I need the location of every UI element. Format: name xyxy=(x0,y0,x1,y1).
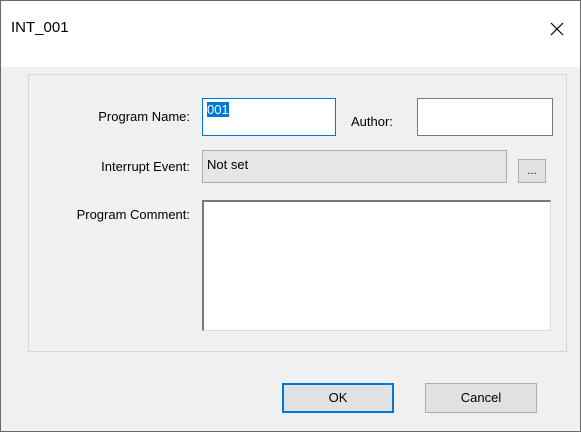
program-name-value: 001 xyxy=(207,102,229,117)
program-name-input[interactable]: 001 xyxy=(202,98,336,136)
window-title: INT_001 xyxy=(11,19,69,36)
cancel-button[interactable]: Cancel xyxy=(425,383,537,413)
interrupt-event-browse-button[interactable]: ... xyxy=(518,159,546,183)
ok-button[interactable]: OK xyxy=(282,383,394,413)
interrupt-event-value: Not set xyxy=(207,157,249,172)
dialog-window: INT_001 Program Name: 001 Author: Interr… xyxy=(0,0,581,432)
program-comment-textarea[interactable] xyxy=(202,200,551,331)
interrupt-event-field: Not set xyxy=(202,150,507,183)
author-label: Author: xyxy=(351,114,393,129)
interrupt-event-label: Interrupt Event: xyxy=(101,159,190,174)
close-icon xyxy=(550,22,564,36)
title-bar[interactable]: INT_001 xyxy=(1,1,580,67)
author-input[interactable] xyxy=(417,98,553,136)
program-comment-label: Program Comment: xyxy=(76,207,190,222)
program-name-label: Program Name: xyxy=(98,109,190,124)
close-button[interactable] xyxy=(534,9,580,49)
